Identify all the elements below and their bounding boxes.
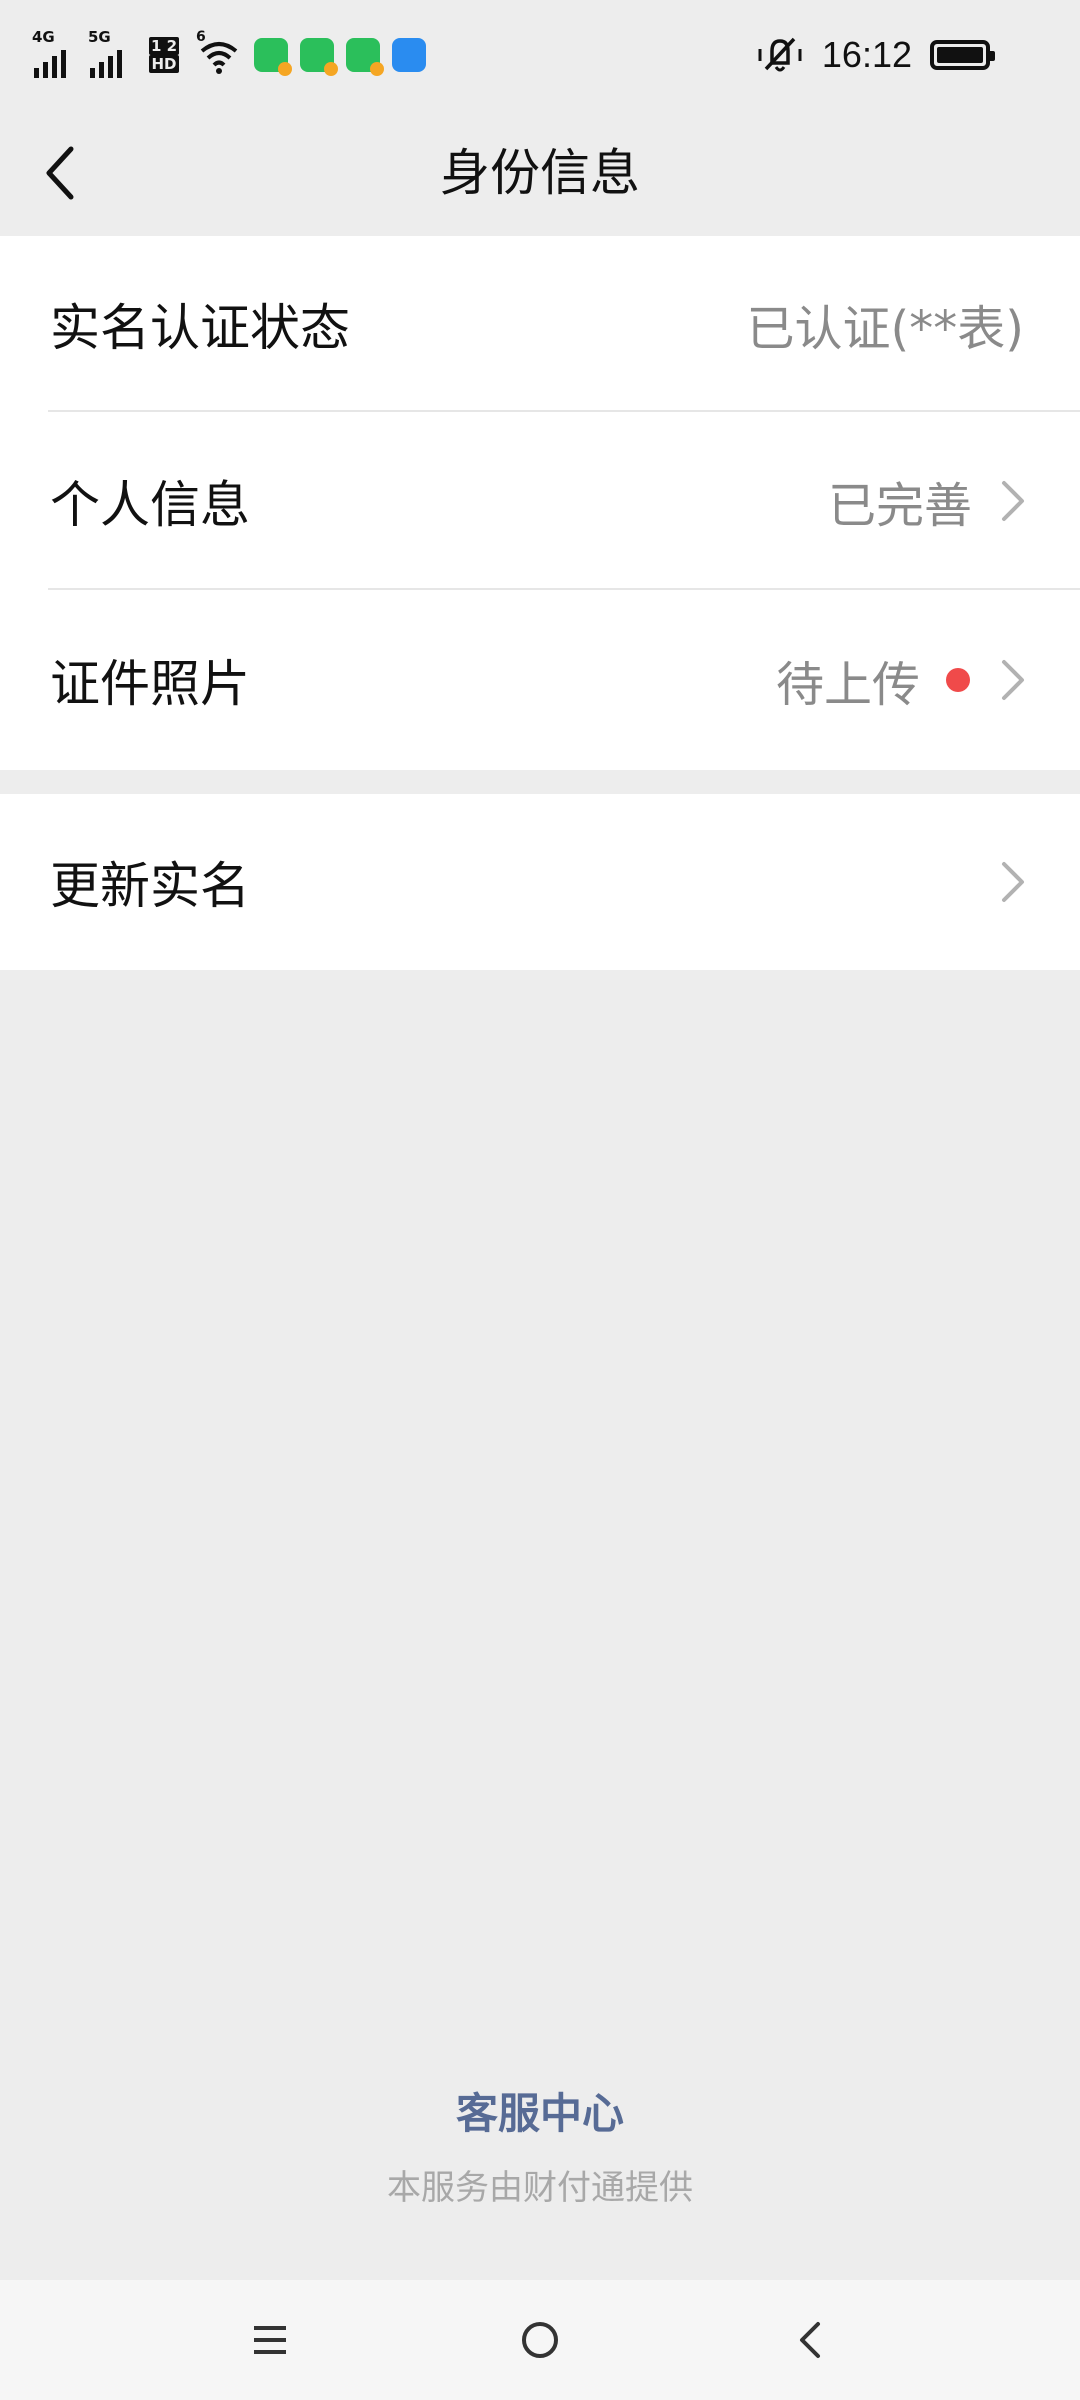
menu-icon bbox=[254, 2326, 286, 2354]
recent-apps-button[interactable] bbox=[240, 2310, 300, 2370]
signal-4g-label: 4G bbox=[32, 28, 55, 46]
cell-personal-info[interactable]: 个人信息 已完善 bbox=[0, 412, 1080, 590]
cell-value: 已认证(**表) bbox=[746, 301, 1024, 357]
identity-info-group: 实名认证状态 已认证(**表) 个人信息 已完善 证件照片 待上传 bbox=[0, 236, 1080, 770]
cell-label: 证件照片 bbox=[50, 655, 250, 713]
status-left-icons: 4G 5G 1 2 HD 6 bbox=[32, 28, 426, 82]
nav-bar: 身份信息 bbox=[0, 110, 1080, 236]
system-back-button[interactable] bbox=[780, 2310, 840, 2370]
back-button[interactable] bbox=[30, 138, 90, 208]
circle-home-icon bbox=[522, 2322, 558, 2358]
cell-value: 已完善 bbox=[827, 478, 972, 534]
wechat-icon bbox=[300, 38, 338, 76]
battery-icon bbox=[930, 40, 995, 70]
status-bar: 4G 5G 1 2 HD 6 16:12 bbox=[0, 0, 1080, 110]
cell-value: 待上传 bbox=[775, 657, 920, 713]
chevron-left-icon bbox=[46, 146, 74, 200]
update-group: 更新实名 bbox=[0, 794, 1080, 970]
home-button[interactable] bbox=[510, 2310, 570, 2370]
signal-5g-label: 5G bbox=[88, 28, 111, 46]
chevron-right-icon bbox=[1002, 660, 1024, 700]
hd-bottom-label: HD bbox=[149, 55, 179, 73]
page-title: 身份信息 bbox=[440, 144, 640, 202]
cell-label: 实名认证状态 bbox=[50, 299, 350, 357]
mute-vibrate-icon bbox=[758, 37, 802, 72]
cell-update-real-name[interactable]: 更新实名 bbox=[0, 794, 1080, 970]
wechat-icon bbox=[254, 38, 292, 76]
system-nav-bar bbox=[0, 2280, 1080, 2400]
browser-icon bbox=[392, 38, 426, 72]
hd-icon: 1 2 HD bbox=[144, 34, 184, 76]
hd-top-label: 1 2 bbox=[148, 37, 180, 55]
wifi-icon: 6 bbox=[196, 29, 242, 77]
status-time: 16:12 bbox=[821, 34, 912, 75]
customer-service-link[interactable]: 客服中心 bbox=[0, 2080, 1080, 2141]
red-dot-badge bbox=[946, 668, 970, 692]
cell-verification-status: 实名认证状态 已认证(**表) bbox=[0, 236, 1080, 412]
back-arrow-icon bbox=[800, 2322, 820, 2358]
chevron-right-icon bbox=[1002, 481, 1024, 521]
cell-label: 更新实名 bbox=[50, 857, 250, 915]
chevron-right-icon bbox=[1002, 862, 1024, 902]
signal-5g-icon: 5G bbox=[88, 28, 132, 78]
cell-id-photo[interactable]: 证件照片 待上传 bbox=[0, 590, 1080, 770]
wechat-icon bbox=[346, 38, 384, 76]
wifi-label: 6 bbox=[196, 29, 206, 45]
signal-4g-icon: 4G bbox=[32, 28, 76, 78]
cell-label: 个人信息 bbox=[50, 476, 250, 534]
service-provider-note: 本服务由财付通提供 bbox=[387, 2168, 693, 2208]
status-right-icons: 16:12 bbox=[756, 30, 995, 80]
